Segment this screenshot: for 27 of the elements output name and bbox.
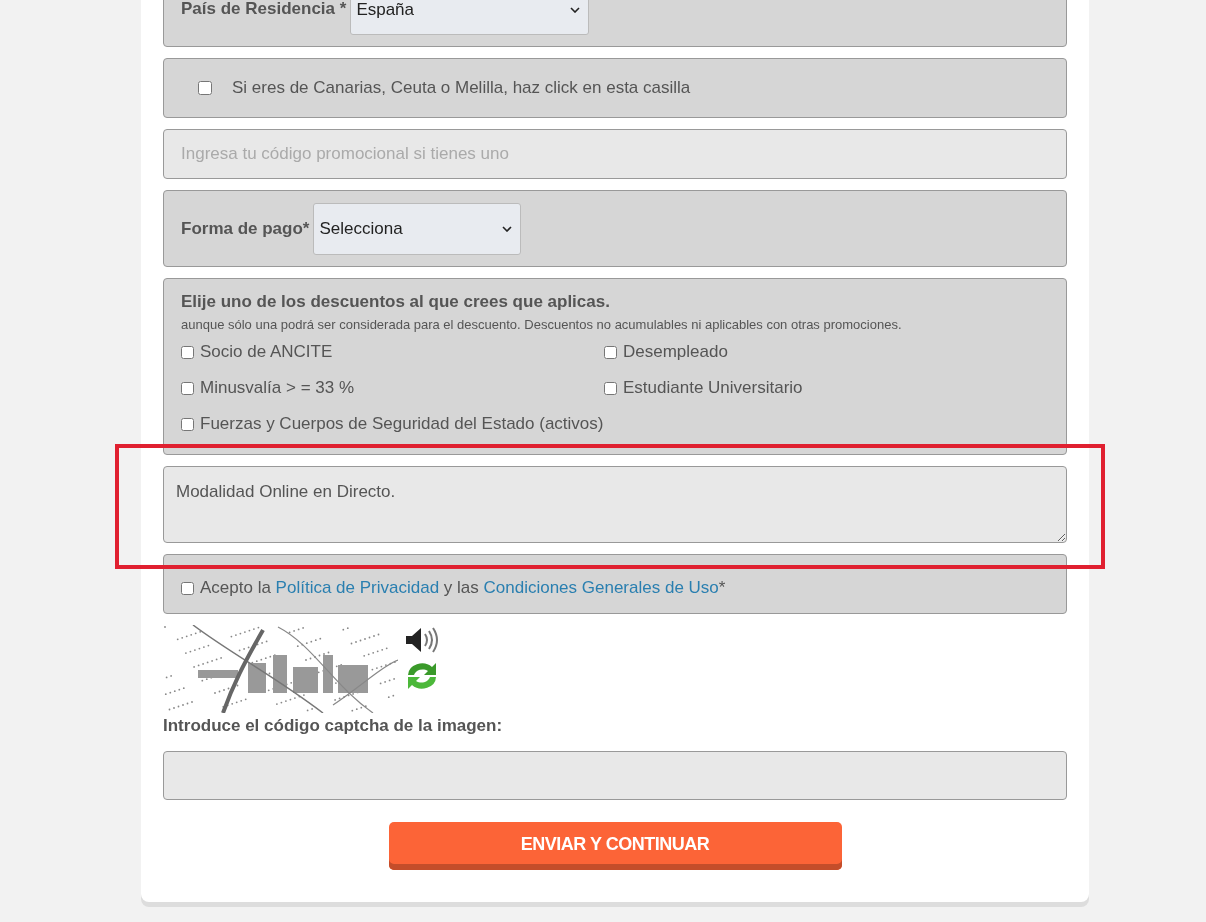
captcha-label: Introduce el código captcha de la imagen: bbox=[163, 716, 504, 736]
checkbox[interactable] bbox=[198, 81, 212, 95]
discounts-note: aunque sólo una podrá ser considerada para el descuento. Descuentos no acumulables ni aplicables con otras promociones. bbox=[181, 317, 903, 332]
speaker-icon[interactable] bbox=[404, 625, 440, 655]
terms-text: Acepto la Política de Privacidad y las Condiciones Generales de Uso* bbox=[200, 578, 726, 598]
checkbox-label: Desempleado bbox=[623, 342, 728, 362]
checkbox-label: Minusvalía > = 33 % bbox=[200, 378, 355, 398]
checkbox-label: Estudiante Universitario bbox=[623, 378, 803, 398]
payment-select[interactable]: Selecciona bbox=[313, 202, 522, 255]
checkbox-label: Fuerzas y Cuerpos de Seguridad del Estado (activos) bbox=[200, 414, 604, 434]
country-select[interactable]: España bbox=[350, 0, 590, 35]
chevron-icon bbox=[502, 225, 513, 232]
field-label: País de Residencia * bbox=[181, 0, 347, 19]
field-label: Forma de pago* bbox=[181, 218, 310, 239]
promo-code-field[interactable]: Ingresa tu código promocional si tienes uno bbox=[163, 129, 1067, 179]
chevron-icon bbox=[570, 6, 581, 13]
comments-textarea[interactable]: Modalidad Online en Directo. bbox=[163, 466, 1067, 543]
checkbox[interactable] bbox=[181, 581, 194, 595]
checkbox-label: Socio de ANCITE bbox=[200, 342, 333, 362]
checkbox-label: Si eres de Canarias, Ceuta o Melilla, haz click en esta casilla bbox=[232, 78, 691, 98]
discounts-title: Elije uno de los descuentos al que crees que aplicas. bbox=[181, 292, 611, 312]
captcha-field[interactable] bbox=[163, 751, 1067, 800]
checkbox[interactable] bbox=[181, 381, 194, 395]
checkbox[interactable] bbox=[181, 417, 194, 431]
checkbox[interactable] bbox=[604, 381, 617, 395]
checkbox[interactable] bbox=[181, 345, 194, 359]
checkbox[interactable] bbox=[604, 345, 617, 359]
